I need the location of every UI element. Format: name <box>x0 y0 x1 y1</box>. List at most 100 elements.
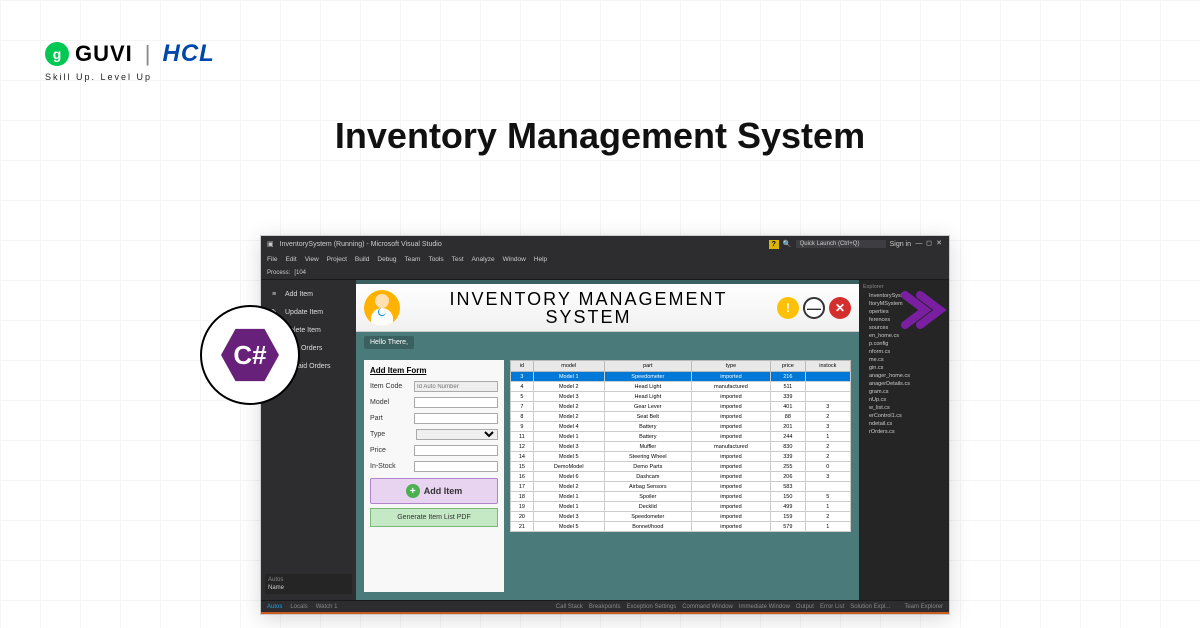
bottom-tab-watch-1[interactable]: Watch 1 <box>316 604 338 610</box>
sign-in-link[interactable]: Sign in <box>890 241 911 248</box>
team-explorer-tab[interactable]: Team Explorer <box>904 604 943 610</box>
menu-help[interactable]: Help <box>534 256 547 263</box>
bottom-panel-error-list[interactable]: Error List <box>820 604 844 610</box>
sidebar-item-add-item[interactable]: ≡Add Item <box>265 286 352 303</box>
bottom-panel-solution-expl---[interactable]: Solution Expl... <box>850 604 890 610</box>
tree-item[interactable]: ndetail.cs <box>863 420 945 428</box>
table-row[interactable]: 9Model 4Batteryimported2013 <box>511 422 851 432</box>
app-window: INVENTORY MANAGEMENT SYSTEM ! — ✕ Hello … <box>356 280 859 600</box>
data-grid[interactable]: idmodelparttypepriceinstock 3Model 1Spee… <box>510 360 851 532</box>
table-row[interactable]: 19Model 1Decklidimported4991 <box>511 502 851 512</box>
autos-name-col: Name <box>268 585 349 591</box>
bottom-panel-call-stack[interactable]: Call Stack <box>556 604 583 610</box>
hello-badge: Hello There, <box>364 336 414 349</box>
tree-item[interactable]: anager_home.cs <box>863 372 945 380</box>
table-row[interactable]: 5Model 3Head Lightimported339 <box>511 392 851 402</box>
label-type: Type <box>370 431 416 438</box>
tree-item[interactable]: me.cs <box>863 356 945 364</box>
table-row[interactable]: 15DemoModelDemo Partsimported2550 <box>511 462 851 472</box>
page-title: Inventory Management System <box>0 115 1200 157</box>
tagline: Skill Up. Level Up <box>45 72 215 82</box>
label-instock: In-Stock <box>370 463 414 470</box>
col-type[interactable]: type <box>691 361 770 372</box>
menu-analyze[interactable]: Analyze <box>472 256 495 263</box>
menu-team[interactable]: Team <box>405 256 421 263</box>
table-row[interactable]: 21Model 5Bonnet/hoodimported5791 <box>511 522 851 532</box>
header-btn-close[interactable]: ✕ <box>829 297 851 319</box>
table-row[interactable]: 20Model 3Speedometerimported1592 <box>511 512 851 522</box>
table-row[interactable]: 12Model 3Mufflermanufactured8302 <box>511 442 851 452</box>
menu-build[interactable]: Build <box>355 256 369 263</box>
table-row[interactable]: 14Model 5Steering Wheelimported3392 <box>511 452 851 462</box>
maximize-icon[interactable]: ◻ <box>925 240 933 248</box>
menu-window[interactable]: Window <box>503 256 526 263</box>
bottom-tab-autos[interactable]: Autos <box>267 604 282 610</box>
tree-item[interactable]: p.config <box>863 340 945 348</box>
close-icon[interactable]: ✕ <box>935 240 943 248</box>
autos-header: Autos <box>268 577 349 583</box>
tree-item[interactable]: w_list.cs <box>863 404 945 412</box>
menu-project[interactable]: Project <box>327 256 347 263</box>
select-type[interactable] <box>416 429 498 440</box>
input-item-code <box>414 381 498 392</box>
vs-statusbar: Ready ↑ Add to Source Control ▴ <box>261 612 949 615</box>
col-price[interactable]: price <box>771 361 806 372</box>
input-part[interactable] <box>414 413 498 424</box>
menu-debug[interactable]: Debug <box>377 256 396 263</box>
header-btn-minimize[interactable]: — <box>803 297 825 319</box>
tree-item[interactable]: nform.cs <box>863 348 945 356</box>
table-row[interactable]: 4Model 2Head Lightmanufactured511 <box>511 382 851 392</box>
vs-menubar: File Edit View Project Build Debug Team Tools Te… <box>261 252 949 266</box>
bottom-panel-immediate-window[interactable]: Immediate Window <box>739 604 790 610</box>
tree-item[interactable]: nUp.cs <box>863 396 945 404</box>
label-model: Model <box>370 399 414 406</box>
table-row[interactable]: 16Model 6Dashcamimported2063 <box>511 472 851 482</box>
menu-view[interactable]: View <box>305 256 319 263</box>
input-instock[interactable] <box>414 461 498 472</box>
input-model[interactable] <box>414 397 498 408</box>
minimize-icon[interactable]: — <box>915 240 923 248</box>
vs-window: ▣ InventorySystem (Running) - Microsoft … <box>260 235 950 615</box>
table-row[interactable]: 11Model 1Batteryimported2441 <box>511 432 851 442</box>
bottom-panel-exception-settings[interactable]: Exception Settings <box>627 604 677 610</box>
tree-item[interactable]: erControl1.cs <box>863 412 945 420</box>
menu-file[interactable]: File <box>267 256 277 263</box>
csharp-badge: C# <box>200 305 300 405</box>
search-icon: 🔍 <box>783 240 792 248</box>
table-row[interactable]: 17Model 2Airbag Sensorsimported583 <box>511 482 851 492</box>
tree-item[interactable]: gram.cs <box>863 388 945 396</box>
col-model[interactable]: model <box>533 361 604 372</box>
menu-edit[interactable]: Edit <box>285 256 296 263</box>
label-part: Part <box>370 415 414 422</box>
notif-badge[interactable]: ? <box>769 240 779 249</box>
bottom-panel-command-window[interactable]: Command Window <box>682 604 733 610</box>
menu-test[interactable]: Test <box>452 256 464 263</box>
bottom-panel-output[interactable]: Output <box>796 604 814 610</box>
col-part[interactable]: part <box>604 361 691 372</box>
plus-icon: + <box>406 484 420 498</box>
bottom-tab-locals[interactable]: Locals <box>290 604 307 610</box>
grid-panel: idmodelparttypepriceinstock 3Model 1Spee… <box>510 360 851 592</box>
generate-pdf-button[interactable]: Generate Item List PDF <box>370 508 498 527</box>
avatar-icon <box>364 290 400 326</box>
vs-toolbar: Process: [104 <box>261 266 949 280</box>
tree-item[interactable]: rOrders.cs <box>863 428 945 436</box>
table-row[interactable]: 18Model 1Spoilerimported1505 <box>511 492 851 502</box>
col-instock[interactable]: instock <box>805 361 850 372</box>
table-row[interactable]: 3Model 1Speedometerimported216 <box>511 372 851 382</box>
tree-item[interactable]: gin.cs <box>863 364 945 372</box>
quick-launch-input[interactable]: Quick Launch (Ctrl+Q) <box>796 240 886 248</box>
table-row[interactable]: 8Model 2Seat Beltimported882 <box>511 412 851 422</box>
col-id[interactable]: id <box>511 361 534 372</box>
menu-tools[interactable]: Tools <box>428 256 443 263</box>
input-price[interactable] <box>414 445 498 456</box>
label-item-code: Item Code <box>370 383 414 390</box>
logo-area: g GUVI | HCL Skill Up. Level Up <box>45 40 215 82</box>
autos-panel: Autos Name <box>265 574 352 594</box>
table-row[interactable]: 7Model 2Gear Leverimported4013 <box>511 402 851 412</box>
tree-item[interactable]: anagerDetails.cs <box>863 380 945 388</box>
header-btn-1[interactable]: ! <box>777 297 799 319</box>
bottom-panel-breakpoints[interactable]: Breakpoints <box>589 604 621 610</box>
sidebar-icon: ≡ <box>269 291 279 298</box>
add-item-button[interactable]: +Add Item <box>370 478 498 504</box>
